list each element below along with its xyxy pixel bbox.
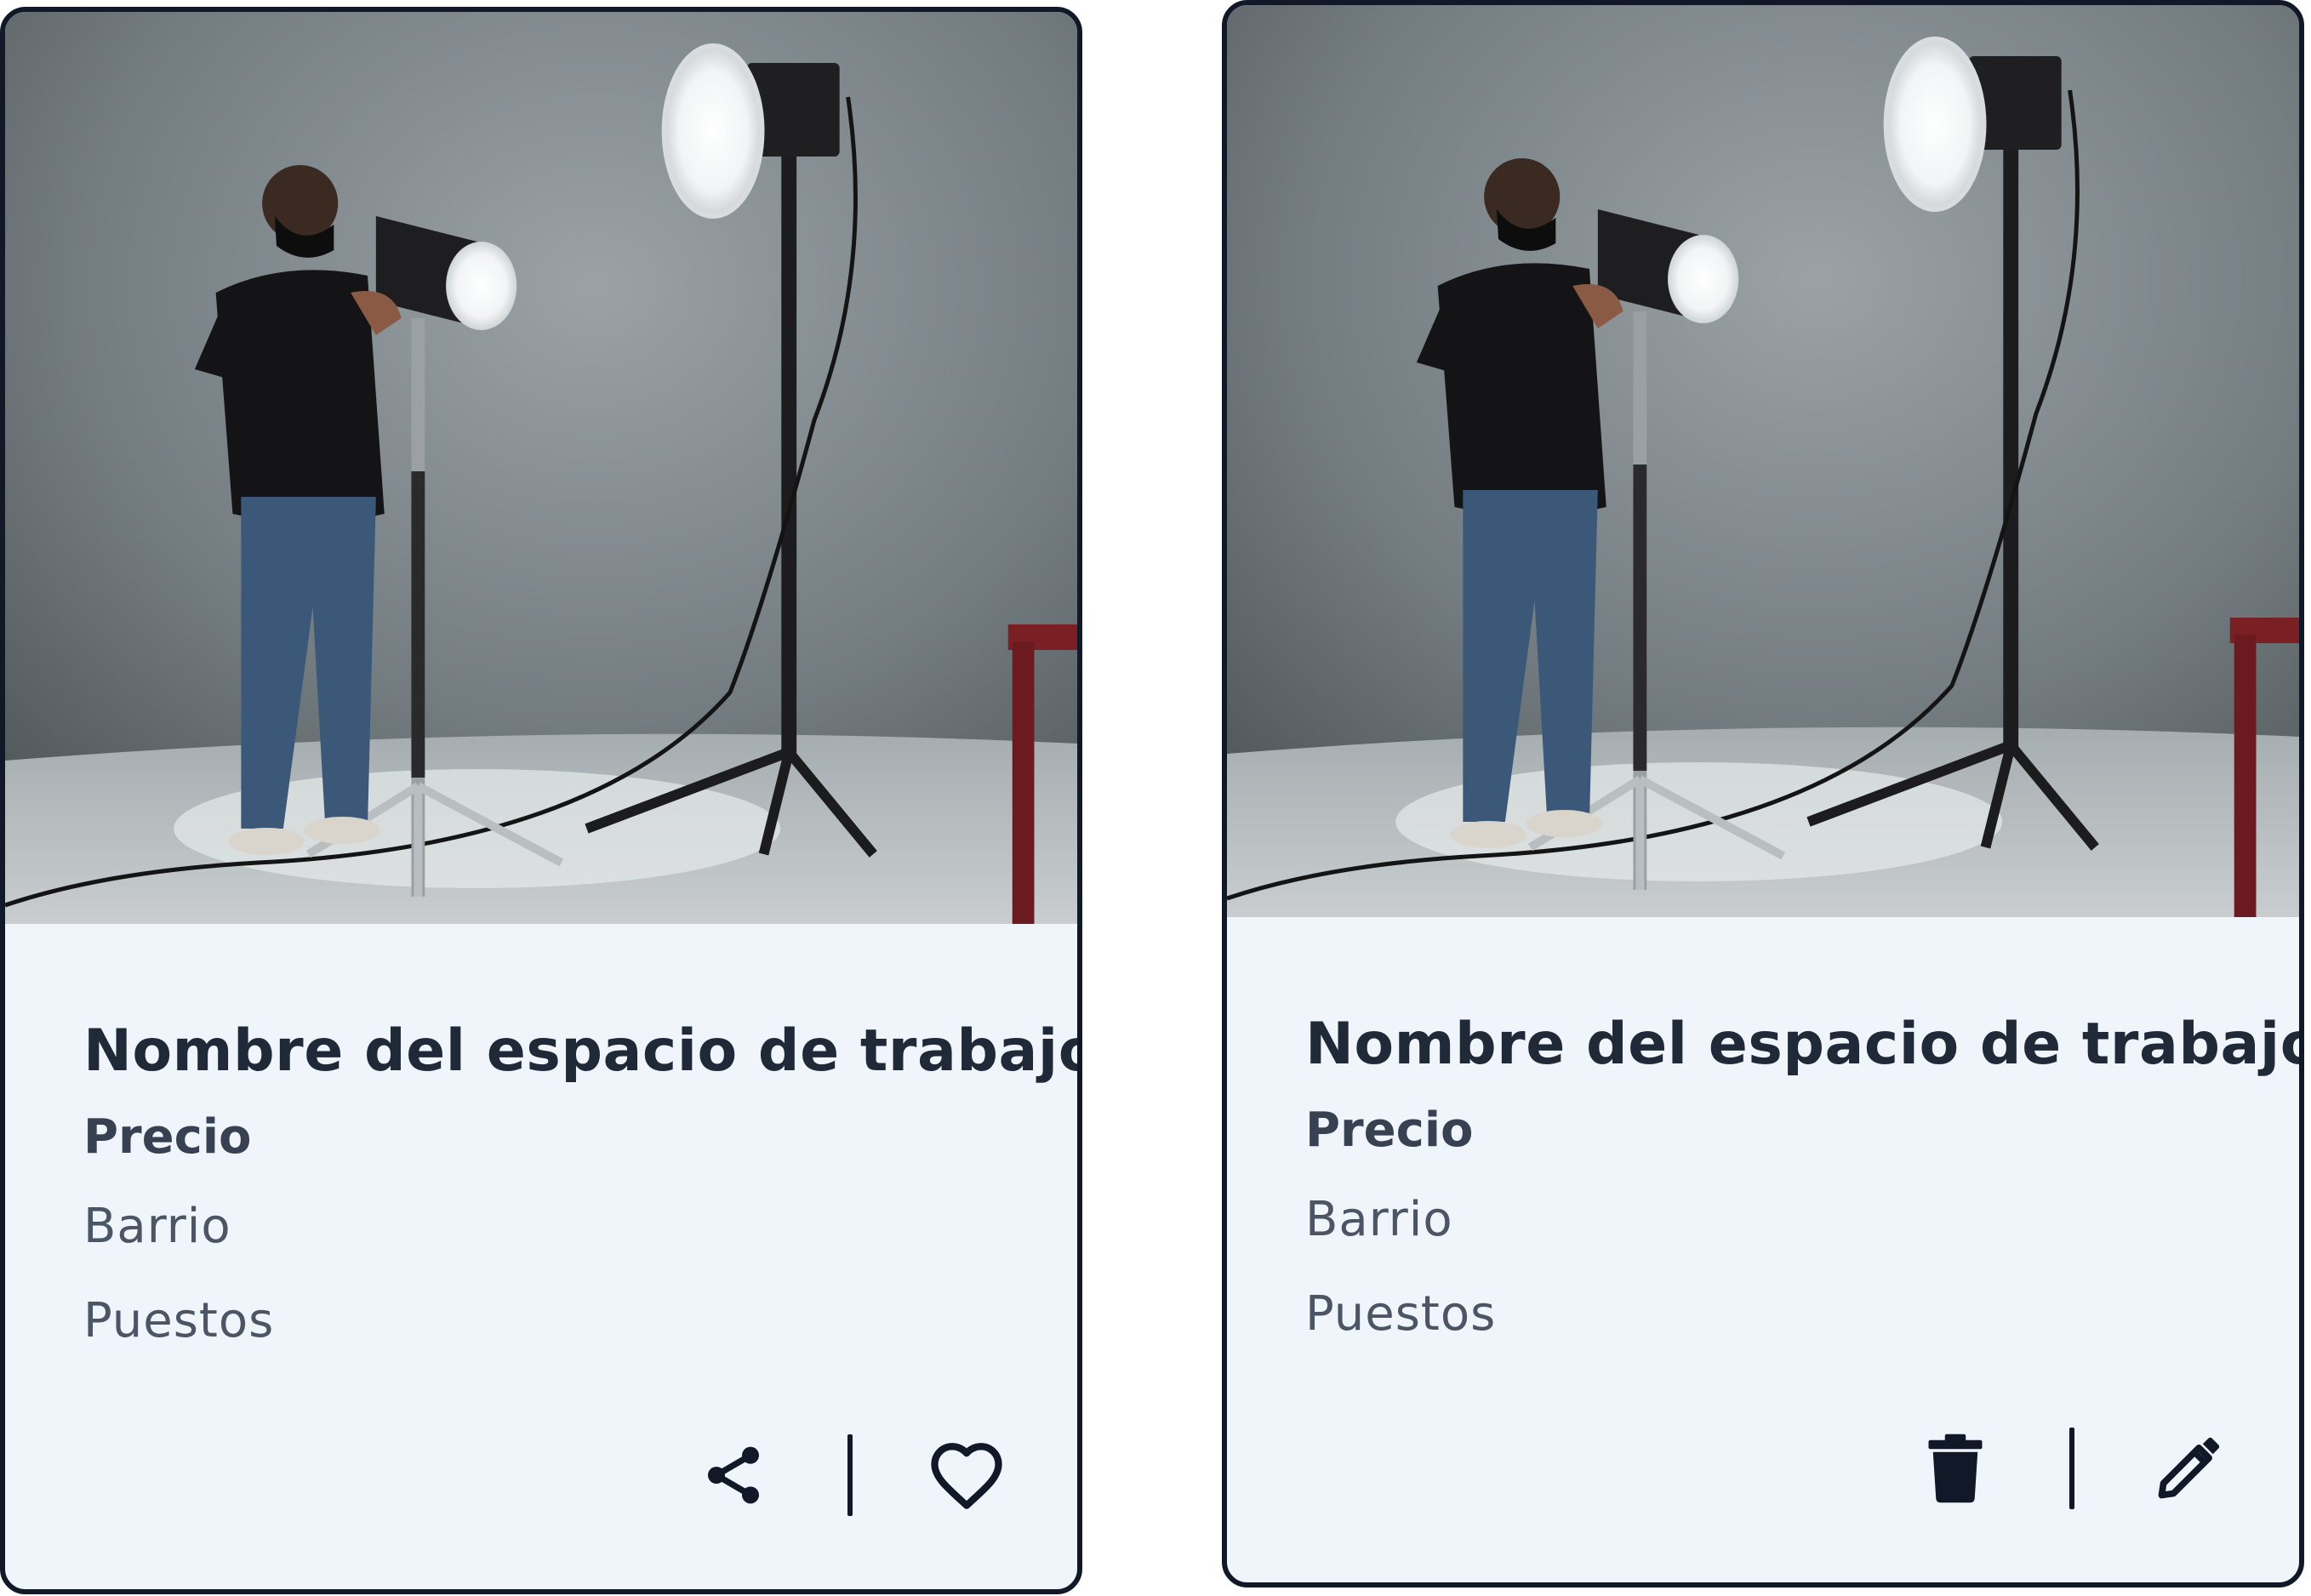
trash-icon [1928,1434,1983,1503]
workspace-photo [1227,5,2299,917]
workspace-card-favorite[interactable]: Nombre del espacio de trabajo Precio Bar… [0,7,1082,1594]
edit-button[interactable] [2146,1426,2231,1511]
share-button[interactable] [691,1433,776,1518]
heart-icon [931,1443,1002,1509]
workspace-neighborhood: Barrio [1305,1192,1453,1247]
workspace-neighborhood: Barrio [83,1199,231,1254]
workspace-seats: Puestos [83,1293,275,1348]
card-actions [691,1433,1009,1518]
action-divider [847,1434,853,1516]
workspace-name: Nombre del espacio de trabajo [83,1017,1082,1085]
workspace-name: Nombre del espacio de trabajo [1305,1011,2304,1078]
workspace-card-owner[interactable]: Nombre del espacio de trabajo Precio Bar… [1222,0,2304,1587]
workspace-photo [5,12,1077,924]
pencil-icon [2158,1437,2220,1499]
card-actions [1913,1426,2231,1511]
favorite-button[interactable] [924,1433,1009,1518]
workspace-price: Precio [1305,1103,1474,1158]
action-divider [2069,1428,2074,1509]
workspace-price: Precio [83,1109,252,1165]
workspace-seats: Puestos [1305,1286,1497,1342]
share-icon [708,1446,759,1504]
delete-button[interactable] [1913,1426,1998,1511]
